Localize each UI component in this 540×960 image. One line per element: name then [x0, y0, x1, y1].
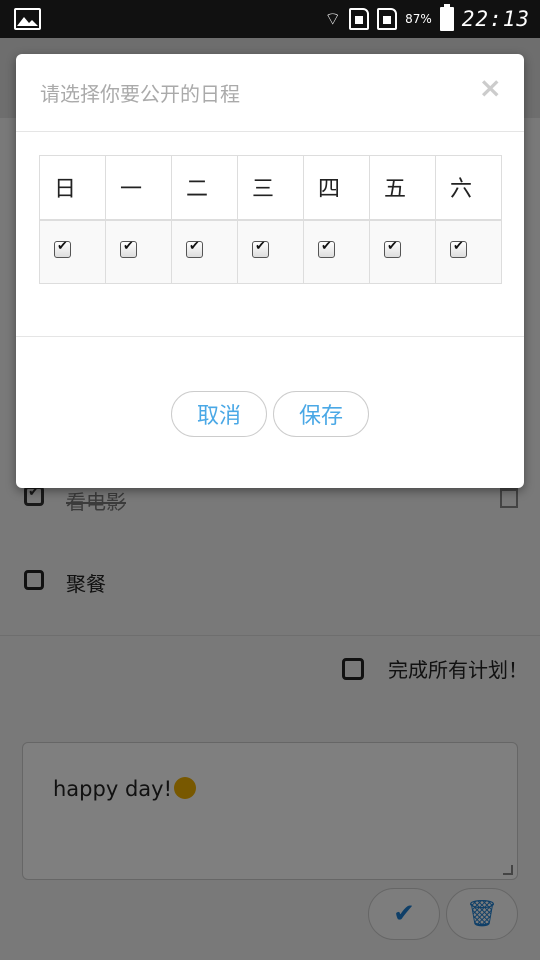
day-header: 六	[435, 155, 502, 221]
day-cell	[369, 219, 436, 284]
close-icon[interactable]: ×	[479, 74, 502, 102]
day-checkbox-sun[interactable]	[54, 239, 71, 259]
share-schedule-modal: 请选择你要公开的日程 × 日 一 二 三 四 五 六 取消 保存	[16, 54, 524, 488]
days-checkbox-row	[39, 219, 502, 284]
day-cell	[171, 219, 238, 284]
sim2-icon	[377, 8, 398, 30]
day-header: 五	[369, 155, 436, 221]
cancel-button[interactable]: 取消	[171, 391, 267, 437]
modal-title: 请选择你要公开的日程	[40, 82, 240, 106]
save-button[interactable]: 保存	[273, 391, 369, 437]
day-checkbox-sat[interactable]	[450, 239, 467, 259]
day-checkbox-wed[interactable]	[252, 239, 269, 259]
day-header: 二	[171, 155, 238, 221]
day-header: 日	[39, 155, 106, 221]
gallery-notification-icon	[14, 8, 41, 30]
day-cell	[105, 219, 172, 284]
modal-header: 请选择你要公开的日程 ×	[16, 54, 524, 132]
battery-icon	[439, 4, 454, 31]
days-table: 日 一 二 三 四 五 六	[39, 155, 502, 284]
day-header: 四	[303, 155, 370, 221]
status-bar: ⌔ 87% 22:13	[0, 0, 540, 38]
day-cell	[303, 219, 370, 284]
day-checkbox-tue[interactable]	[186, 239, 203, 259]
day-cell	[435, 219, 502, 284]
day-checkbox-fri[interactable]	[384, 239, 401, 259]
modal-footer: 取消 保存	[16, 336, 524, 488]
days-header-row: 日 一 二 三 四 五 六	[39, 155, 502, 221]
sim1-icon	[349, 8, 370, 30]
clock: 22:13	[461, 7, 530, 31]
day-checkbox-mon[interactable]	[120, 239, 137, 259]
wifi-icon: ⌔	[324, 8, 342, 30]
day-checkbox-thu[interactable]	[318, 239, 335, 259]
battery-percent: 87%	[405, 12, 432, 26]
day-header: 三	[237, 155, 304, 221]
day-cell	[39, 219, 106, 284]
day-header: 一	[105, 155, 172, 221]
day-cell	[237, 219, 304, 284]
